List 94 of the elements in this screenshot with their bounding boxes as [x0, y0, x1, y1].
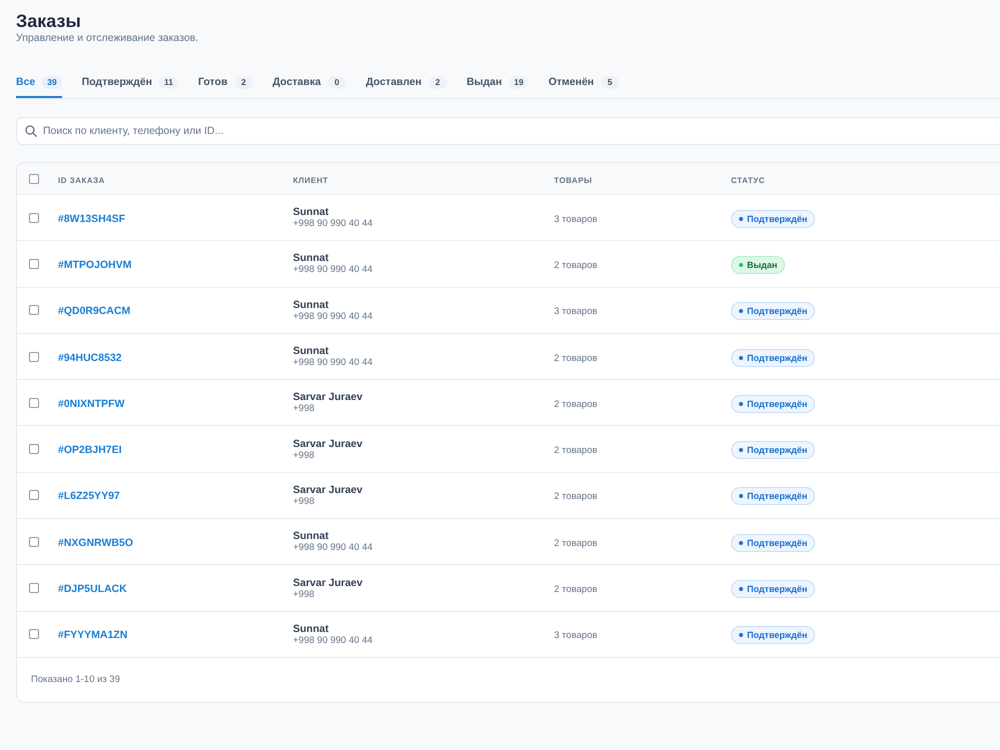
column-header: КЛИЕНТ [293, 176, 328, 184]
filter-tab[interactable]: Доставлен 2 [366, 66, 447, 98]
order-id-link[interactable]: #OP2BJH7EI [58, 444, 122, 456]
status-dot-icon [739, 494, 743, 498]
order-id-link[interactable]: #FYYYMA1ZN [58, 629, 128, 642]
status-label: Подтверждён [747, 398, 808, 409]
search-field[interactable]: Поиск по клиенту, телефону или ID... [16, 117, 1000, 145]
client-phone: +998 [293, 496, 314, 507]
tab-count: 0 [328, 76, 346, 88]
row-checkbox[interactable] [29, 629, 39, 640]
filter-tab[interactable]: Подтверждён 11 [82, 66, 178, 98]
client-name: Sunnat [293, 252, 329, 264]
tab-count: 11 [159, 76, 178, 88]
item-count: 2 товаров [554, 398, 598, 410]
client-name: Sunnat [293, 206, 329, 218]
item-count: 2 товаров [554, 584, 598, 596]
status-label: Подтверждён [747, 306, 808, 316]
order-id-link[interactable]: #MTPOJOHVM [58, 258, 132, 271]
client-phone: +998 [293, 450, 314, 461]
page-subtitle: Управление и отслеживание заказов. [16, 31, 198, 45]
filter-tab[interactable]: Отменён 5 [548, 66, 619, 98]
client-name: Sunnat [293, 345, 329, 358]
client-phone: +998 90 990 40 44 [293, 357, 373, 368]
client-name: Sunnat [293, 530, 329, 542]
order-id-link[interactable]: #L6Z25YY97 [58, 490, 120, 502]
row-checkbox[interactable] [29, 258, 39, 269]
status-dot-icon [739, 356, 743, 360]
status-label: Подтверждён [747, 630, 808, 640]
row-checkbox[interactable] [29, 352, 39, 362]
filter-tab[interactable]: Выдан 19 [466, 66, 528, 98]
item-count: 2 товаров [554, 445, 598, 456]
tab-count: 2 [428, 76, 447, 88]
select-all-checkbox[interactable] [29, 174, 39, 184]
status-dot-icon [739, 262, 743, 267]
order-id-link[interactable]: #0NIXNTPFW [58, 398, 125, 410]
client-name: Sunnat [293, 298, 329, 311]
row-checkbox[interactable] [29, 583, 39, 594]
client-phone: +998 90 990 40 44 [293, 218, 373, 230]
client-name: Sarvar Juraev [293, 484, 362, 496]
page-title: Заказы [16, 11, 81, 31]
item-count: 2 товаров [554, 260, 598, 271]
item-count: 3 товаров [554, 306, 598, 318]
status-dot-icon [739, 402, 743, 406]
order-id-link[interactable]: #NXGNRWB5O [58, 536, 134, 549]
item-count: 2 товаров [554, 352, 598, 364]
client-phone: +998 90 990 40 44 [293, 634, 373, 646]
order-id-link[interactable]: #DJP5ULACK [58, 583, 127, 596]
item-count: 3 товаров [554, 630, 598, 642]
client-phone: +998 90 990 40 44 [293, 542, 373, 554]
client-name: Sarvar Juraev [293, 391, 362, 404]
column-header: ТОВАРЫ [554, 176, 592, 184]
tab-count: 19 [508, 76, 528, 88]
filter-tab[interactable]: Доставка 0 [272, 66, 346, 98]
client-phone: +998 [293, 588, 314, 600]
search-icon [25, 125, 37, 137]
column-header: ID ЗАКАЗА [58, 176, 105, 184]
client-phone: +998 90 990 40 44 [293, 264, 373, 276]
status-dot-icon [739, 448, 743, 452]
tab-count: 2 [234, 76, 253, 88]
filter-tab[interactable]: Все 39 [16, 66, 62, 98]
status-dot-icon [739, 216, 743, 221]
item-count: 2 товаров [554, 491, 598, 502]
client-name: Sarvar Juraev [293, 576, 362, 589]
order-id-link[interactable]: #8W13SH4SF [58, 212, 126, 225]
row-checkbox[interactable] [29, 536, 39, 547]
client-name: Sunnat [293, 622, 329, 635]
order-id-link[interactable]: #QD0R9CACM [58, 305, 130, 318]
column-header: СТАТУС [731, 176, 765, 184]
row-checkbox[interactable] [29, 305, 39, 316]
status-dot-icon [739, 587, 743, 592]
status-label: Подтверждён [747, 538, 808, 548]
status-label: Подтверждён [747, 584, 808, 594]
status-label: Подтверждён [747, 491, 808, 502]
row-checkbox[interactable] [29, 490, 39, 500]
status-label: Подтверждён [747, 214, 808, 224]
order-id-link[interactable]: #94HUC8532 [58, 352, 122, 364]
status-dot-icon [739, 633, 743, 638]
tab-count: 39 [42, 76, 62, 88]
tab-count: 5 [600, 76, 619, 88]
item-count: 3 товаров [554, 214, 598, 225]
status-dot-icon [739, 309, 743, 314]
status-dot-icon [739, 540, 743, 545]
client-name: Sarvar Juraev [293, 438, 362, 450]
item-count: 2 товаров [554, 538, 598, 549]
client-phone: +998 90 990 40 44 [293, 310, 373, 322]
status-label: Выдан [747, 260, 778, 270]
client-phone: +998 [293, 403, 314, 414]
filter-tab[interactable]: Готов 2 [198, 66, 253, 98]
status-label: Подтверждён [747, 445, 808, 456]
row-checkbox[interactable] [29, 398, 39, 408]
pagination-summary: Показано 1-10 из 39 [31, 674, 120, 686]
row-checkbox[interactable] [29, 212, 39, 223]
status-label: Подтверждён [747, 352, 808, 363]
row-checkbox[interactable] [29, 444, 39, 454]
